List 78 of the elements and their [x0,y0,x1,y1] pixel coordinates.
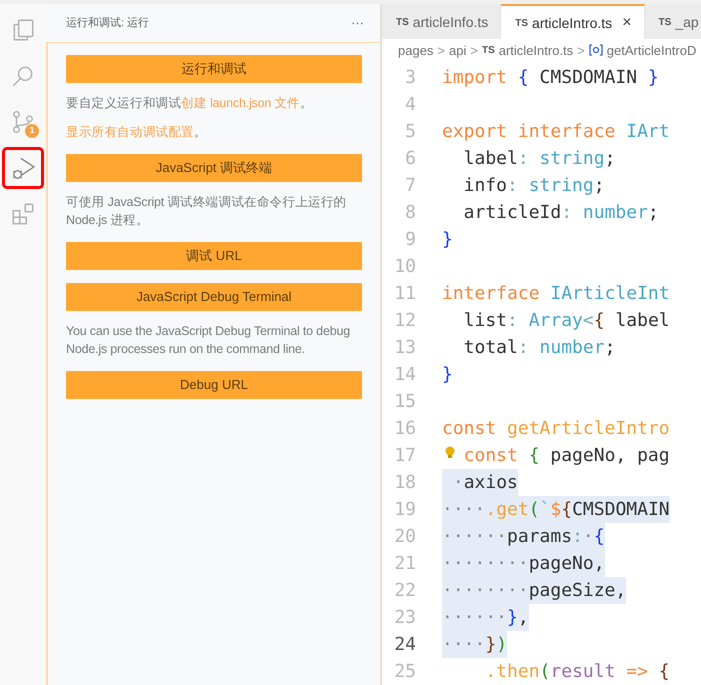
code-line: import { CMSDOMAIN } [442,66,659,90]
debug-button[interactable]: 调试 URL [66,242,362,270]
chevron-icon: > [437,40,446,60]
description-text: 可使用 JavaScript 调试终端调试在命令行上运行的 Node.js 进程。 [66,194,348,229]
code-line: articleId: number; [462,201,659,225]
code-line: .then(result => { [484,660,670,684]
line-number: 6 [404,147,417,171]
line-number: 21 [393,552,417,576]
line-number: 12 [393,309,417,333]
chevron-icon: > [577,40,585,60]
symbol-icon [588,43,603,58]
breadcrumb-item[interactable]: getArticleIntroD [606,40,696,60]
line-number: 11 [393,282,417,306]
line-number: 15 [393,390,417,414]
debug-button[interactable]: JavaScript 调试终端 [66,154,362,182]
description-text: 要自定义运行和调试创建 launch.json 文件。 [66,95,314,112]
description-text: 显示所有自动调试配置。 [66,124,208,141]
code-line: ········pageSize, [442,579,626,603]
file-type-label: TS [658,16,672,30]
code-line: total: number; [462,336,616,360]
file-type-label: TS [396,16,409,30]
code-line: const { pageNo, pag [464,444,670,468]
line-number: 4 [404,93,417,117]
code-line: info: string; [462,174,605,198]
editor-tab[interactable]: TS _ap [644,4,701,39]
code-line: label: string; [462,147,616,171]
code-line: } [442,363,453,387]
code-line: list: Array<{ label [462,309,670,333]
code-line: ······params:·{ [442,525,605,549]
code-line: ·axios [452,471,518,495]
code-line: } [442,228,453,252]
tab-label: articleIntro.ts [532,14,612,32]
line-number: 17 [393,444,417,468]
run-debug-icon[interactable] [10,155,36,181]
line-number: 14 [393,363,417,387]
more-actions-icon[interactable]: ··· [351,13,364,33]
line-number: 18 [393,471,417,495]
line-number: 10 [393,255,417,279]
editor-tab[interactable]: TS articleIntro.ts × [501,4,645,39]
line-number: 22 [393,579,417,603]
breadcrumb-item[interactable]: pages [398,40,434,60]
tab-label: articleInfo.ts [412,12,488,32]
count-badge: 1 [25,124,39,138]
close-icon[interactable]: × [622,11,632,35]
line-number: 25 [393,660,417,684]
code-line: export interface IArt [442,120,670,144]
file-type-label: TS [482,44,495,58]
file-type-label: TS [515,16,528,30]
line-number: 20 [393,525,417,549]
line-number: 24 [393,633,417,657]
line-number: 16 [393,417,417,441]
extensions-icon[interactable] [10,201,36,227]
line-number: 19 [393,498,417,522]
chevron-icon: > [470,40,478,60]
code-line: interface IArticleInt [442,282,670,306]
line-number: 5 [404,120,417,144]
code-line: ······}, [442,606,529,630]
debug-button[interactable]: 运行和调试 [66,55,362,83]
branch-icon[interactable] [10,109,36,135]
code-line: ····}) [442,633,508,657]
sidebar-title: 运行和调试: 运行 [66,16,150,31]
line-number: 9 [404,228,417,252]
lightbulb-icon[interactable] [445,446,455,459]
line-number: 3 [404,66,417,90]
breadcrumb-item[interactable]: articleIntro.ts [498,40,574,60]
code-line: ········pageNo, [442,552,605,576]
line-number: 8 [404,201,417,225]
code-line: ····.get(`${CMSDOMAIN [442,498,670,522]
editor-tab[interactable]: TS articleInfo.ts [382,4,502,39]
line-number: 23 [393,606,417,630]
breadcrumb-item[interactable]: api [449,40,466,60]
line-number: 13 [393,336,417,360]
description-text: You can use the JavaScript Debug Terminal to debug Node.js processes run on the command line. [66,323,351,358]
code-line: const getArticleIntro [442,417,670,441]
tab-label: _ap [675,12,699,32]
line-number: 7 [404,174,417,198]
debug-button[interactable]: JavaScript Debug Terminal [66,283,362,311]
debug-button[interactable]: Debug URL [66,371,362,399]
